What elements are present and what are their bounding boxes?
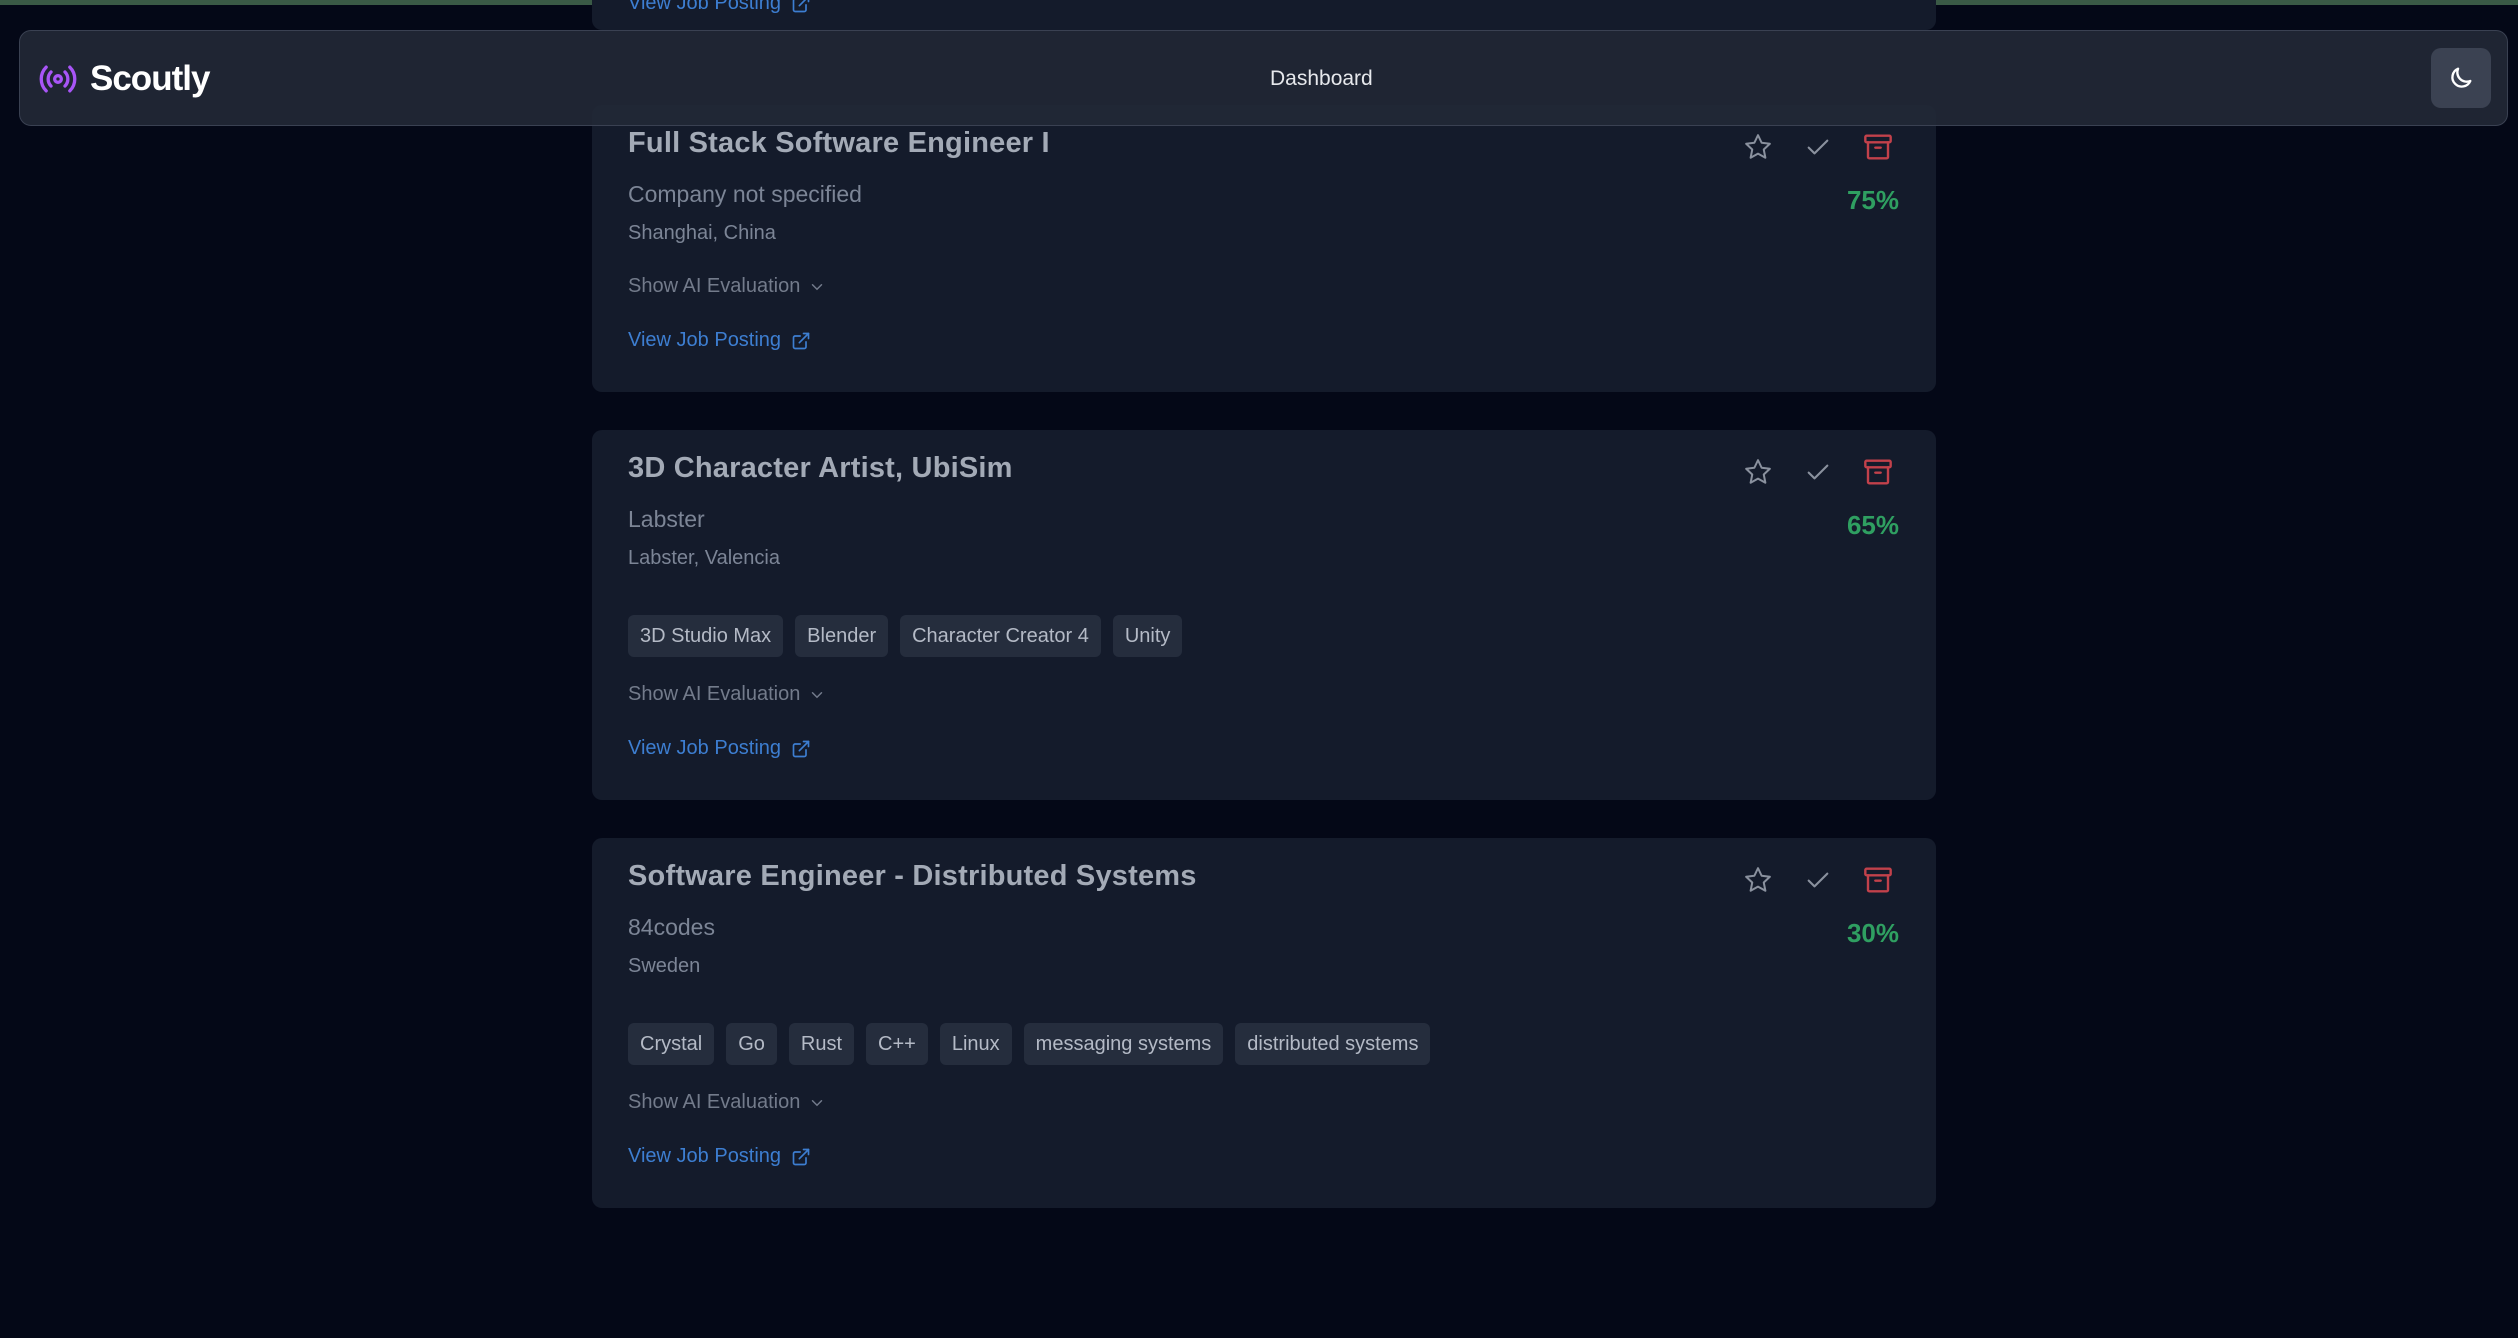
archive-button[interactable]	[1860, 862, 1896, 898]
job-title: 3D Character Artist, UbiSim	[628, 452, 1013, 484]
skill-tags: Crystal Go Rust C++ Linux messaging syst…	[628, 1023, 1431, 1065]
skill-tag: Unity	[1112, 615, 1183, 657]
brand-logo-link[interactable]: Scoutly	[38, 31, 210, 127]
archive-button[interactable]	[1860, 129, 1896, 165]
show-ai-evaluation-toggle[interactable]: Show AI Evaluation	[628, 275, 826, 298]
job-title: Software Engineer - Distributed Systems	[628, 860, 1197, 892]
chevron-down-icon	[812, 691, 823, 698]
job-company: Labster	[628, 506, 705, 532]
job-card: 3D Character Artist, UbiSim Labster Labs…	[592, 430, 1936, 800]
mark-applied-button[interactable]	[1800, 862, 1836, 898]
skill-tag: C++	[866, 1023, 928, 1065]
archive-icon	[1864, 459, 1892, 485]
match-score: 30%	[1846, 918, 1899, 948]
skill-tag: Go	[726, 1023, 777, 1065]
ai-toggle-label: Show AI Evaluation	[628, 275, 801, 297]
external-link-icon	[792, 332, 810, 349]
external-link-icon	[792, 1148, 810, 1165]
skill-tag: messaging systems	[1023, 1023, 1224, 1065]
job-actions	[1740, 454, 1896, 490]
archive-icon	[1864, 134, 1892, 160]
ai-toggle-label: Show AI Evaluation	[628, 1091, 801, 1113]
job-location: Shanghai, China	[628, 222, 776, 244]
skill-tag: Rust	[788, 1023, 855, 1065]
match-score: 75%	[1846, 185, 1899, 215]
favorite-button[interactable]	[1740, 862, 1776, 898]
view-job-posting-label: View Job Posting	[628, 329, 782, 351]
job-card: Full Stack Software Engineer I Company n…	[592, 105, 1936, 392]
favorite-button[interactable]	[1740, 454, 1776, 490]
view-job-posting-label: View Job Posting	[628, 737, 782, 759]
show-ai-evaluation-toggle[interactable]: Show AI Evaluation	[628, 683, 826, 706]
check-icon	[1807, 139, 1829, 155]
skill-tag: Blender	[795, 615, 889, 657]
chevron-down-icon	[812, 1099, 823, 1106]
view-job-posting-link[interactable]: View Job Posting	[628, 737, 811, 760]
job-actions	[1740, 862, 1896, 898]
job-title: Full Stack Software Engineer I	[628, 127, 1050, 159]
star-icon	[1745, 867, 1771, 892]
external-link-icon	[792, 740, 810, 757]
job-location: Labster, Valencia	[628, 547, 780, 569]
star-icon	[1745, 459, 1771, 484]
top-navbar: Scoutly Dashboard	[19, 30, 2508, 126]
job-company: Company not specified	[628, 181, 862, 207]
view-job-posting-link[interactable]: View Job Posting	[628, 1145, 811, 1168]
skill-tag: 3D Studio Max	[628, 615, 784, 657]
chevron-down-icon	[812, 283, 823, 290]
job-location: Sweden	[628, 955, 701, 977]
view-job-posting-label: View Job Posting	[628, 0, 782, 14]
view-job-posting-label: View Job Posting	[628, 1145, 782, 1167]
match-score: 65%	[1846, 510, 1899, 540]
archive-button[interactable]	[1860, 454, 1896, 490]
favorite-button[interactable]	[1740, 129, 1776, 165]
mark-applied-button[interactable]	[1800, 454, 1836, 490]
skill-tags: 3D Studio Max Blender Character Creator …	[628, 615, 1183, 657]
mark-applied-button[interactable]	[1800, 129, 1836, 165]
theme-toggle-button[interactable]	[2431, 48, 2491, 108]
check-icon	[1807, 464, 1829, 480]
ai-toggle-label: Show AI Evaluation	[628, 683, 801, 705]
skill-tag: Character Creator 4	[900, 615, 1101, 657]
job-company: 84codes	[628, 914, 715, 940]
star-icon	[1745, 134, 1771, 159]
external-link-icon	[792, 0, 810, 12]
job-card-partial: View Job Posting	[592, 0, 1936, 30]
archive-icon	[1864, 867, 1892, 893]
view-job-posting-link[interactable]: View Job Posting	[628, 329, 811, 352]
check-icon	[1807, 872, 1829, 888]
view-job-posting-link[interactable]: View Job Posting	[628, 0, 811, 15]
broadcast-icon	[39, 65, 77, 93]
brand-name: Scoutly	[90, 59, 210, 98]
job-actions	[1740, 129, 1896, 165]
skill-tag: Linux	[939, 1023, 1012, 1065]
show-ai-evaluation-toggle[interactable]: Show AI Evaluation	[628, 1091, 826, 1114]
nav-dashboard-link[interactable]: Dashboard	[1270, 31, 1373, 127]
skill-tag: Crystal	[628, 1023, 715, 1065]
skill-tag: distributed systems	[1235, 1023, 1431, 1065]
job-card: Software Engineer - Distributed Systems …	[592, 838, 1936, 1208]
moon-icon	[2451, 67, 2472, 88]
